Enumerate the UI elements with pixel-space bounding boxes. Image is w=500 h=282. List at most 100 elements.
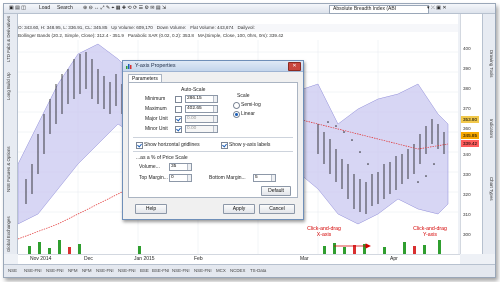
y-marker-sar: 353.80 [461, 116, 479, 123]
y-axis-properties-dialog: Y-axis Properties ✕ Parameters Auto-Scal… [122, 60, 304, 220]
horizontal-gridlines-checkbox[interactable] [136, 142, 143, 149]
y-marker-close: 345.85 [461, 132, 479, 139]
top-margin-spinner[interactable] [187, 175, 191, 181]
close-icon: ✕ [292, 63, 297, 69]
minor-unit-field[interactable]: 0.00 [185, 125, 218, 133]
minimum-field[interactable]: 286.15 [185, 95, 218, 103]
top-margin-value: 0 [171, 175, 174, 180]
volume-field[interactable]: 35 [169, 163, 192, 171]
volume-label: Volume... [139, 164, 160, 170]
maximum-label: Maximum [145, 106, 167, 112]
major-unit-field[interactable]: 0.00 [185, 115, 218, 123]
y-axis-drag-text: Click-and-drag Y-axis [413, 226, 447, 238]
minimum-spinner[interactable] [213, 96, 217, 102]
bottom-tab-strip: NSE NSE-FNI NSE-FNI NFM NFM NSE-FNI NSE-… [4, 264, 495, 277]
minor-unit-spinner[interactable] [213, 126, 217, 132]
y-axis-drag-hint: Click-and-drag Y-axis [410, 226, 450, 238]
x-tick: Jan 2015 [134, 256, 155, 262]
divider [133, 137, 293, 138]
semi-log-radio[interactable] [233, 102, 240, 109]
cancel-button[interactable]: Cancel [259, 204, 295, 214]
bottom-tab[interactable]: NSE-FNI [118, 268, 136, 273]
bottom-tab[interactable]: NFM [68, 268, 78, 273]
bottom-tab[interactable]: MCX [216, 268, 226, 273]
bottom-tab[interactable]: BSE [140, 268, 149, 273]
left-tab-fno[interactable]: NSE Futures & Options [6, 114, 15, 224]
bottom-tab[interactable]: NCDEX [230, 268, 245, 273]
dialog-close-button[interactable]: ✕ [288, 62, 301, 71]
toolbar-icon-group[interactable]: ▣ ▤ ◫ [6, 5, 29, 12]
major-unit-value: 0.00 [187, 116, 197, 121]
left-tab-derivatives[interactable]: LTD Fabs & Derivatives [6, 16, 15, 62]
left-tab-build-up[interactable]: Long Build Up [6, 66, 15, 106]
bottom-margin-label: Bottom Margin... [209, 175, 246, 181]
linear-label: Linear [241, 111, 255, 117]
x-axis[interactable]: Nov 2014 Dec Jan 2015 Feb Mar Apr [18, 254, 460, 264]
y-tick: 400 [463, 46, 471, 51]
app-window: ▣ ▤ ◫ Load Search ⊕ ⊖ ↔ ⤢ ✎ ⌖ ▦ ✚ ⟲ ⟳ ☰ … [3, 3, 496, 278]
major-unit-label: Major Unit [145, 116, 168, 122]
volume-value: 35 [171, 164, 177, 169]
minimum-auto-checkbox[interactable] [175, 96, 182, 103]
right-tab-drawing[interactable]: Drawing Tools [485, 34, 494, 94]
x-tick: Mar [300, 256, 309, 262]
bottom-tab[interactable]: NSE-FNI [24, 268, 42, 273]
major-unit-auto-checkbox[interactable] [175, 116, 182, 123]
apply-button[interactable]: Apply [223, 204, 255, 214]
load-button[interactable]: Load [36, 5, 53, 12]
x-axis-drag-text: Click-and-drag X-axis [307, 226, 341, 238]
volume-bars [28, 240, 441, 254]
y-tick: 360 [463, 126, 471, 131]
toolbar-tools[interactable]: ⊕ ⊖ ↔ ⤢ ✎ ⌖ ▦ ✚ ⟲ ⟳ ☰ ⚙ ✉ ▤ ⇲ [80, 5, 169, 12]
volume-spinner[interactable] [187, 164, 191, 170]
bottom-tab[interactable]: NSE-FNI [96, 268, 114, 273]
bottom-margin-field[interactable]: 5 [253, 174, 276, 182]
left-tab-global[interactable]: Global Exchanges [6, 216, 15, 252]
auto-scale-label: Auto-Scale [181, 87, 206, 93]
minimum-label: Minimum [145, 96, 166, 102]
scale-label: Scale [237, 93, 250, 99]
y-tick: 370 [463, 106, 471, 111]
bottom-tab[interactable]: NSE-FNI [46, 268, 64, 273]
right-tab-strip: Drawing Tools Indicators Chart Types [482, 14, 495, 254]
toolbar-right-tools[interactable]: ▾ ⤫ ▣ ✕ [424, 5, 450, 12]
bottom-tab[interactable]: TS-Data [250, 268, 266, 273]
parameters-panel: Auto-Scale Scale Minimum 286.15 Maximum … [128, 82, 298, 198]
bottom-tab[interactable]: NSE [8, 268, 17, 273]
minor-unit-auto-checkbox[interactable] [175, 126, 182, 133]
indicator-select[interactable]: Absolute Breadth Index (ABI [329, 5, 429, 14]
bottom-tab[interactable]: BSE-FNI [152, 268, 169, 273]
y-axis[interactable]: 400 390 380 370 353.80 360 345.85 339.42… [460, 14, 483, 254]
right-tab-indicators[interactable]: Indicators [485, 104, 494, 154]
y-marker-ma: 339.42 [461, 140, 479, 147]
top-margin-field[interactable]: 0 [169, 174, 192, 182]
y-tick: 300 [463, 232, 471, 237]
x-tick: Feb [194, 256, 203, 262]
yaxis-labels-checkbox[interactable] [221, 142, 228, 149]
bottom-tab[interactable]: NSE-FNI [194, 268, 212, 273]
linear-radio[interactable] [233, 111, 240, 118]
default-button[interactable]: Default [261, 186, 291, 196]
bottom-tab[interactable]: NFM [82, 268, 92, 273]
maximum-auto-checkbox[interactable] [175, 106, 182, 113]
maximum-spinner[interactable] [213, 106, 217, 112]
help-button[interactable]: Help [135, 204, 167, 214]
divider [133, 151, 293, 152]
x-tick: Dec [84, 256, 93, 262]
horizontal-gridlines-label: Show horizontal gridlines [144, 142, 200, 148]
minimum-value: 286.15 [187, 96, 202, 101]
y-tick: 340 [463, 152, 471, 157]
bottom-margin-spinner[interactable] [271, 175, 275, 181]
x-axis-drag-hint: Click-and-drag X-axis [304, 226, 344, 238]
bottom-margin-value: 5 [255, 175, 258, 180]
y-tick: 330 [463, 172, 471, 177]
y-tick: 320 [463, 192, 471, 197]
maximum-field[interactable]: 402.65 [185, 105, 218, 113]
left-tab-strip: NSE Futures & Options Long Build Up LTD … [4, 14, 18, 254]
dialog-title-bar[interactable]: Y-axis Properties ✕ [123, 61, 303, 72]
dialog-app-icon [126, 64, 132, 69]
major-unit-spinner[interactable] [213, 116, 217, 122]
bottom-tab[interactable]: NSE-FNI [172, 268, 190, 273]
right-tab-chart-types[interactable]: Chart Types [485, 164, 494, 214]
search-button[interactable]: Search [54, 5, 76, 12]
